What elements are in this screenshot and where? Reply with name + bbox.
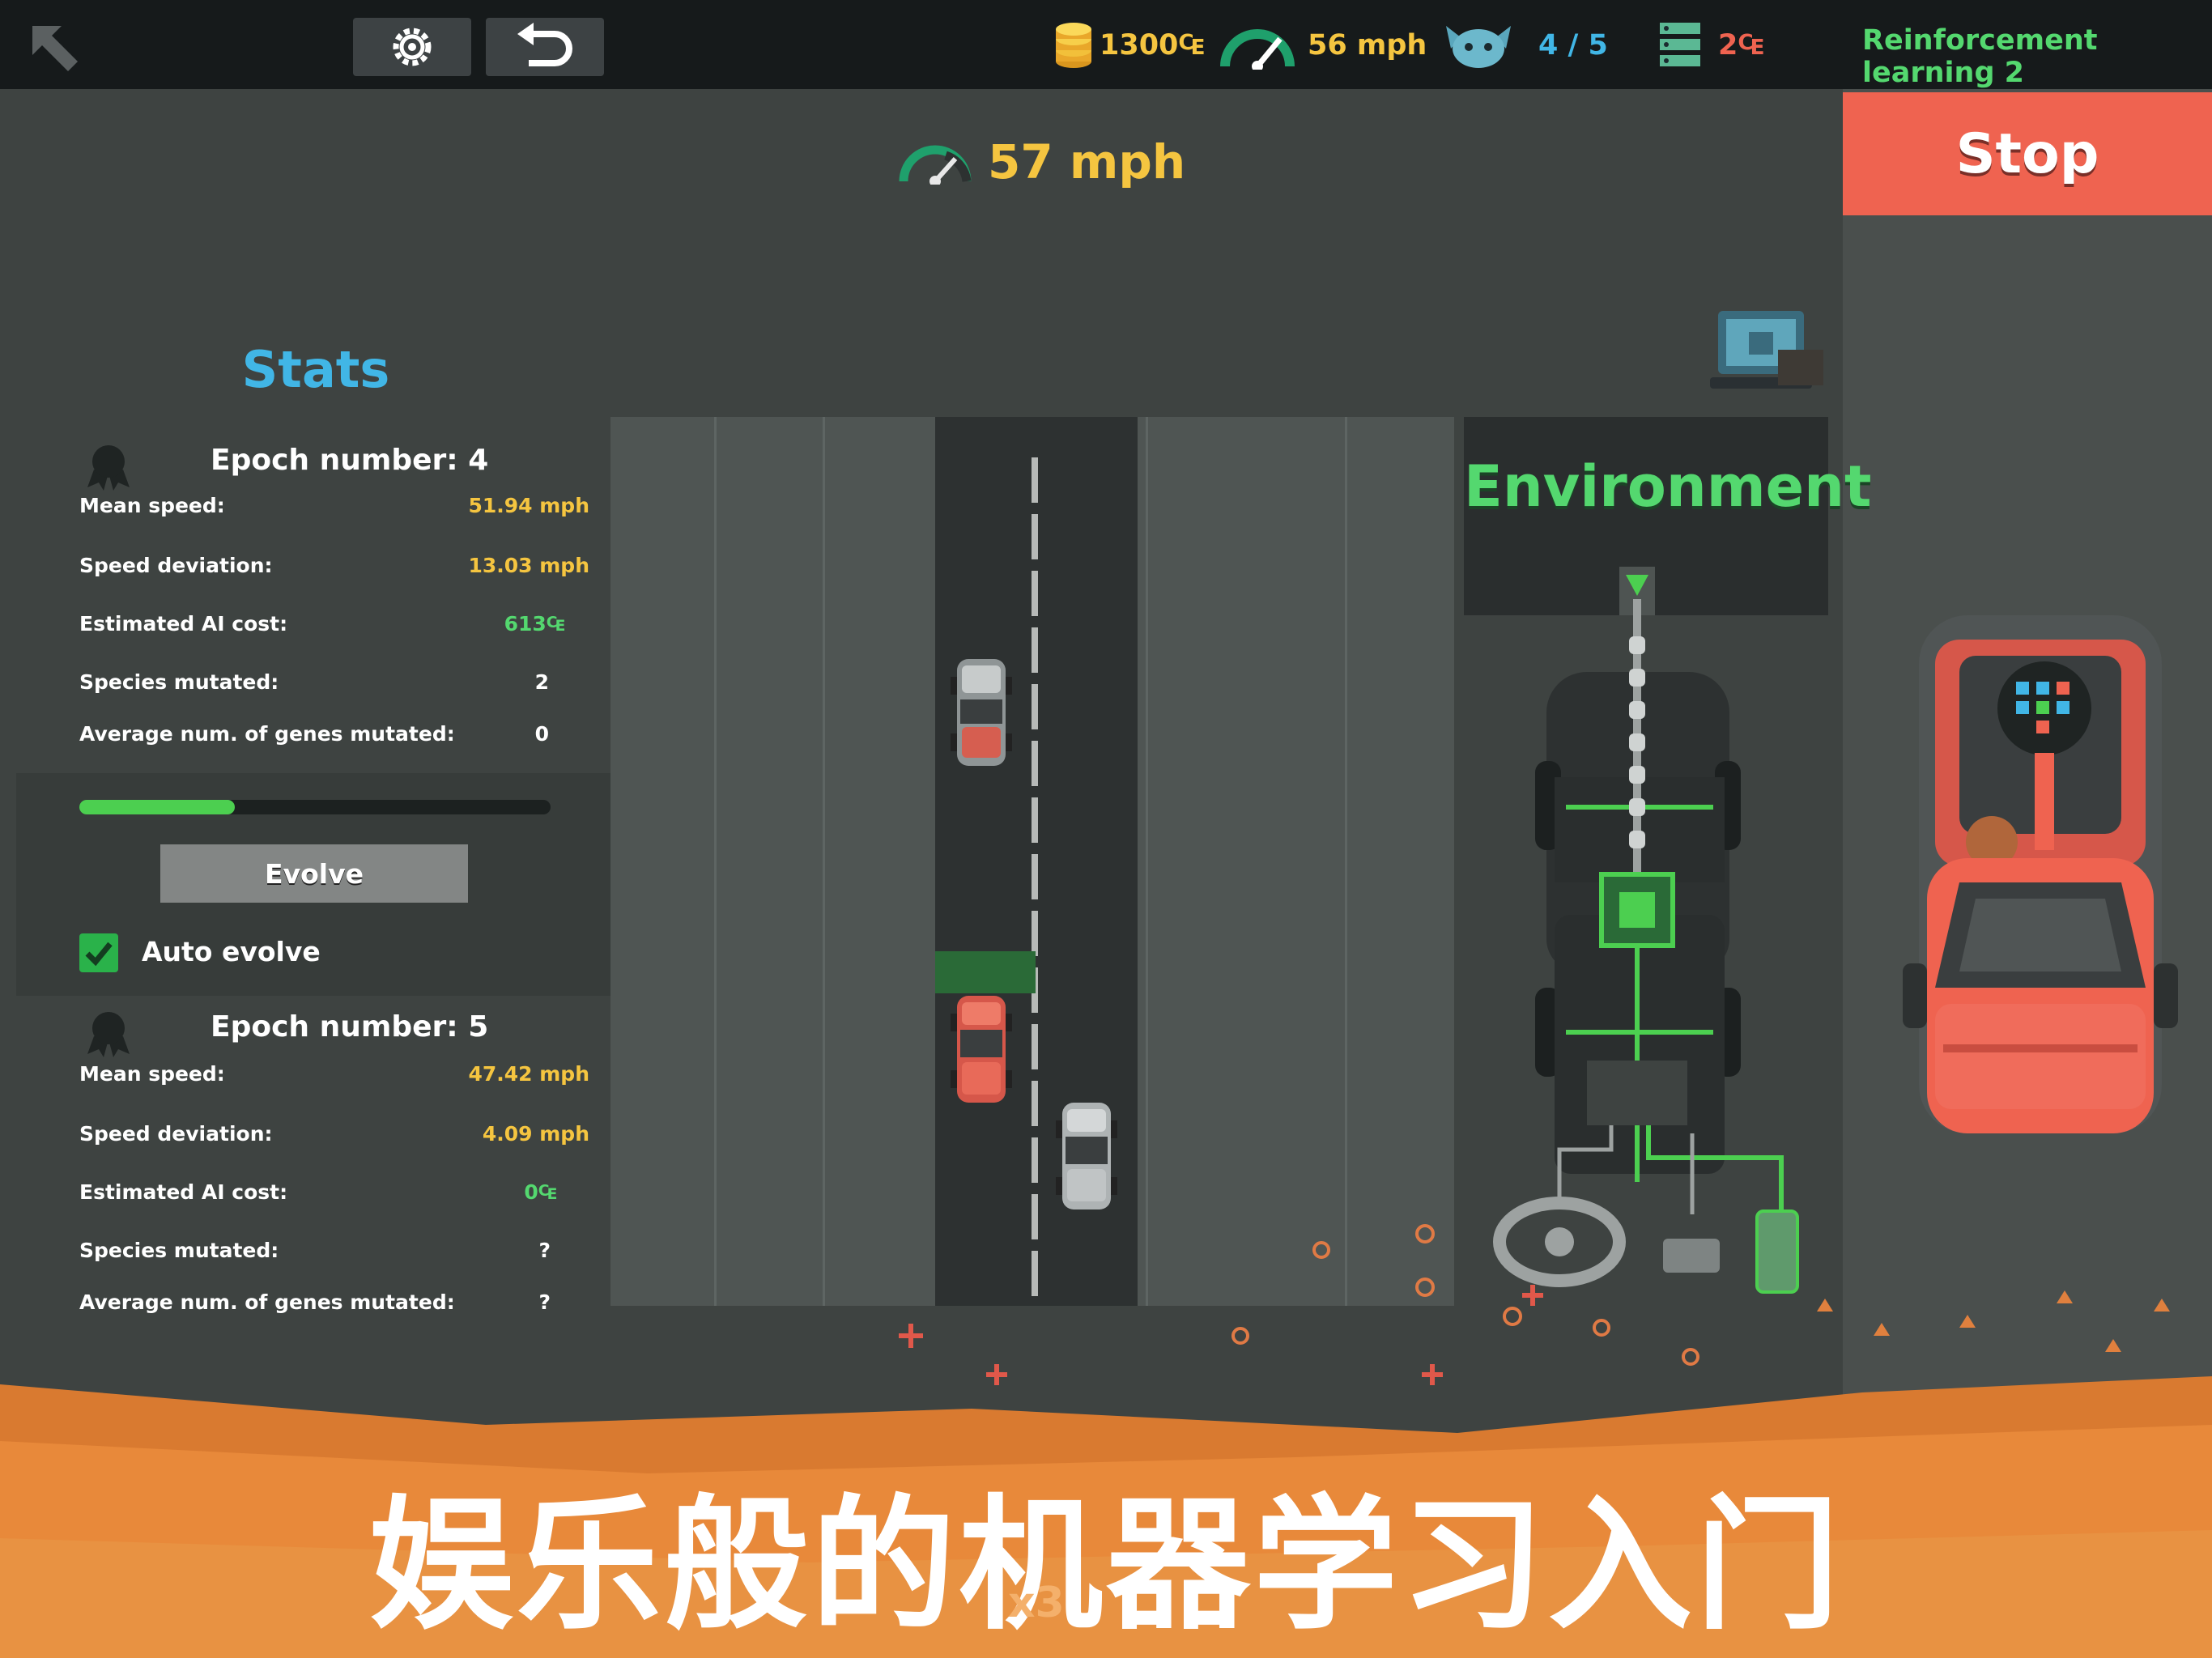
speedometer-icon (1220, 29, 1295, 70)
level-title: Reinforcement learning 2 (1862, 24, 2098, 89)
stat-speed-deviation: Speed deviation: 4.09 mph (79, 1122, 589, 1146)
epoch-title: Epoch number: 5 (211, 1010, 489, 1044)
auto-evolve-label: Auto evolve (142, 936, 321, 967)
agents-counter: 4 / 5 (1440, 19, 1608, 71)
grass-right (1138, 417, 1454, 1306)
epoch-5-panel: Epoch number: 5 Mean speed: 47.42 mph Spe… (16, 997, 611, 1337)
lane-dash (1032, 457, 1038, 503)
environment-title: Environment (1464, 453, 1872, 520)
back-arrow-icon[interactable] (29, 23, 81, 74)
top-bar: 1300₠ 56 mph 4 / 5 2₠ Reinforcement lear… (0, 0, 2212, 89)
auto-evolve-checkbox[interactable] (79, 933, 118, 972)
computer-icon (1710, 311, 1823, 389)
speedometer-icon (899, 145, 972, 185)
epoch-title: Epoch number: 4 (211, 444, 489, 477)
stat-species-mutated: Species mutated:? (79, 1239, 551, 1262)
stat-mean-speed: Mean speed: 51.94 mph (79, 494, 589, 517)
gear-icon (393, 28, 432, 66)
finish-zone (935, 951, 1036, 993)
cat-icon (1446, 26, 1511, 68)
stats-title: Stats (241, 340, 390, 399)
lane-dash (1032, 1024, 1038, 1069)
stat-speed-deviation: Speed deviation: 13.03 mph (79, 554, 589, 577)
undo-icon (517, 23, 572, 66)
stop-button[interactable]: Stop (1843, 92, 2212, 215)
medal-icon (87, 445, 130, 491)
evolve-button[interactable]: Evolve (160, 844, 468, 903)
lane-dash (1032, 797, 1038, 843)
speed-counter: 56 mph (1219, 19, 1427, 71)
coin-stack-icon (1056, 23, 1091, 68)
stat-ai-cost: Estimated AI cost: 0₠ (79, 1180, 557, 1204)
speed-multiplier[interactable]: x3 (1008, 1579, 1065, 1627)
promo-banner-text: 娱乐般的机器学习入门 (369, 1482, 1843, 1649)
lane-dash (1032, 1137, 1038, 1183)
stat-species-mutated: Species mutated: 2 (79, 670, 549, 694)
coins-counter: 1300₠ (1053, 19, 1205, 71)
stat-genes-mutated: Average num. of genes mutated:? (79, 1290, 551, 1314)
lane-dash (1032, 741, 1038, 786)
grass-left (610, 417, 934, 1306)
stat-mean-speed: Mean speed: 47.42 mph (79, 1062, 589, 1086)
server-rack-icon (1660, 23, 1700, 66)
epoch-4-panel: Epoch number: 4 Mean speed: 51.94 mph Spe… (16, 429, 611, 769)
lane-dash (1032, 571, 1038, 616)
lane-dash (1032, 1081, 1038, 1126)
car-sprite (1056, 1103, 1117, 1209)
servers-counter: 2₠ (1658, 19, 1764, 71)
lane-dash (1032, 627, 1038, 673)
car-chassis-diagram (1493, 567, 1799, 1294)
decorative-particles (899, 1224, 2170, 1385)
lane-dash (1032, 854, 1038, 899)
training-progress-fill (79, 800, 235, 814)
lane-dash (1032, 684, 1038, 729)
stat-ai-cost: Estimated AI cost: 613₠ (79, 612, 565, 636)
car-sprite (951, 996, 1012, 1103)
checkmark-icon (85, 942, 113, 967)
player-car-sprite (1903, 615, 2178, 1133)
lane-dash (1032, 514, 1038, 559)
speed-value: 57 mph (988, 134, 1186, 189)
settings-button[interactable] (353, 18, 471, 76)
stat-genes-mutated: Average num. of genes mutated: 0 (79, 722, 549, 746)
undo-button[interactable] (486, 18, 604, 76)
medal-icon (87, 1012, 130, 1057)
car-sprite (951, 659, 1012, 766)
current-speed: 57 mph (899, 130, 1185, 194)
lane-dash (1032, 911, 1038, 956)
